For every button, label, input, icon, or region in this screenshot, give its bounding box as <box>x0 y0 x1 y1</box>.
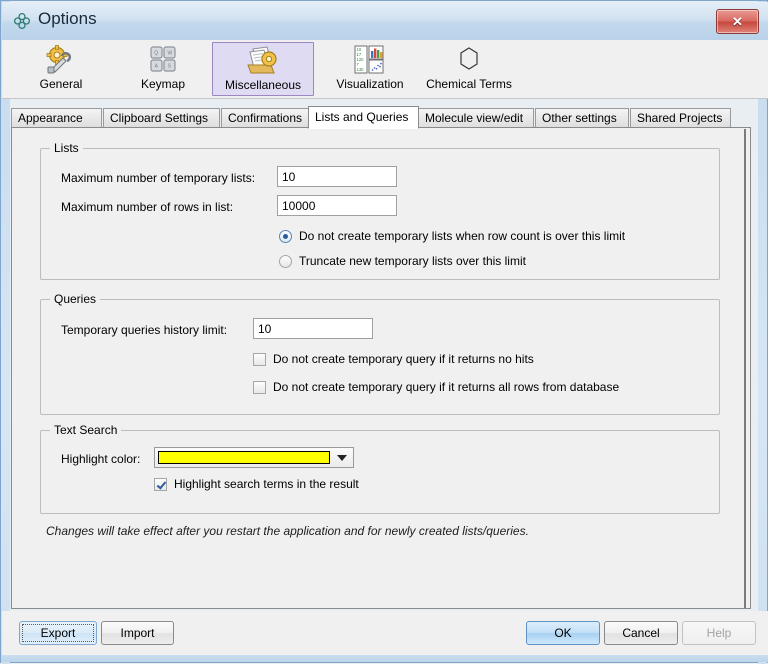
options-dialog-window: Options ✕ General Q W A S Keymap Miscell… <box>0 0 768 664</box>
vertical-scroll-divider[interactable] <box>744 129 746 608</box>
toolbar-item-visualization[interactable]: 10 17 120 7 130 Visualization <box>323 42 417 96</box>
category-toolbar: General QW AS Keymap Miscellaneous 10 17… <box>2 40 768 99</box>
queries-history-limit-label: Temporary queries history limit: <box>61 323 228 337</box>
restart-note: Changes will take effect after you resta… <box>46 524 529 538</box>
lists-group: Lists Maximum number of temporary lists:… <box>40 141 720 280</box>
radio-icon-selected <box>279 229 292 243</box>
import-button[interactable]: Import <box>101 621 174 645</box>
svg-text:W: W <box>168 51 173 57</box>
tab-shared-projects[interactable]: Shared Projects <box>630 108 731 127</box>
checkbox-icon-unchecked <box>253 380 266 394</box>
toolbar-item-keymap[interactable]: QW AS Keymap <box>127 42 199 96</box>
help-button-label: Help <box>706 626 732 640</box>
ok-button-label: OK <box>554 626 572 640</box>
help-button: Help <box>682 621 756 645</box>
window-frame-left <box>1 1 10 664</box>
toolbar-item-label: Keymap <box>140 77 186 91</box>
toolbar-item-general[interactable]: General <box>23 42 99 96</box>
checkbox-no-hits[interactable]: Do not create temporary query if it retu… <box>253 352 534 366</box>
checkbox-label: Do not create temporary query if it retu… <box>273 380 620 394</box>
chevron-down-icon <box>333 450 351 465</box>
svg-text:Q: Q <box>154 51 158 57</box>
tab-confirmations[interactable]: Confirmations <box>221 108 309 127</box>
gear-wrench-icon <box>40 44 82 76</box>
tab-label: Molecule view/edit <box>425 111 524 125</box>
highlight-color-swatch <box>158 451 330 464</box>
max-rows-input[interactable] <box>277 195 397 216</box>
export-button[interactable]: Export <box>19 621 97 645</box>
radio-label: Truncate new temporary lists over this l… <box>299 254 526 268</box>
tab-molecule-view-edit[interactable]: Molecule view/edit <box>418 108 534 127</box>
toolbar-item-label: Miscellaneous <box>224 78 302 92</box>
cancel-button[interactable]: Cancel <box>604 621 678 645</box>
tab-label: Appearance <box>18 111 83 125</box>
tab-label: Lists and Queries <box>315 110 409 124</box>
settings-tabs: Appearance Clipboard Settings Confirmati… <box>11 106 751 129</box>
documents-gear-icon <box>242 45 284 77</box>
benzene-ring-icon <box>448 44 490 76</box>
title-bar: Options ✕ <box>2 2 768 40</box>
charts-icon: 10 17 120 7 130 <box>349 44 391 76</box>
checkbox-all-rows[interactable]: Do not create temporary query if it retu… <box>253 380 619 394</box>
tab-other-settings[interactable]: Other settings <box>535 108 629 127</box>
keyboard-keys-icon: QW AS <box>142 44 184 76</box>
lists-group-title: Lists <box>50 141 83 155</box>
toolbar-item-chemical-terms[interactable]: Chemical Terms <box>415 42 523 96</box>
window-title: Options <box>38 9 97 28</box>
cancel-button-label: Cancel <box>622 626 660 640</box>
ok-button[interactable]: OK <box>526 621 600 645</box>
checkbox-icon-unchecked <box>253 352 266 366</box>
checkbox-label: Highlight search terms in the result <box>174 477 359 491</box>
tab-lists-and-queries[interactable]: Lists and Queries <box>308 106 419 129</box>
tab-label: Confirmations <box>228 111 303 125</box>
queries-group-title: Queries <box>50 292 101 306</box>
checkbox-highlight-search-terms[interactable]: Highlight search terms in the result <box>154 477 359 491</box>
highlight-color-label: Highlight color: <box>61 452 141 466</box>
svg-text:130: 130 <box>357 67 365 72</box>
radio-label: Do not create temporary lists when row c… <box>299 229 626 243</box>
checkbox-icon-checked <box>154 477 167 491</box>
max-temp-lists-input[interactable] <box>277 166 397 187</box>
dialog-button-bar: Export Import OK Cancel Help <box>2 611 768 655</box>
radio-truncate-temp-lists[interactable]: Truncate new temporary lists over this l… <box>279 254 526 268</box>
tab-label: Shared Projects <box>637 111 723 125</box>
close-button[interactable]: ✕ <box>716 9 759 34</box>
radio-icon-unselected <box>279 254 292 268</box>
highlight-color-combo[interactable] <box>154 447 354 468</box>
lists-and-queries-pane: Lists Maximum number of temporary lists:… <box>28 136 734 598</box>
queries-history-limit-input[interactable] <box>253 318 373 339</box>
text-search-group: Text Search Highlight color: Highlight s… <box>40 423 720 514</box>
toolbar-item-miscellaneous[interactable]: Miscellaneous <box>212 42 314 96</box>
toolbar-item-label: Visualization <box>336 77 404 91</box>
queries-group: Queries Temporary queries history limit:… <box>40 292 720 415</box>
import-button-label: Import <box>120 626 155 640</box>
close-icon: ✕ <box>732 13 743 29</box>
tab-clipboard-settings[interactable]: Clipboard Settings <box>103 108 220 127</box>
max-rows-label: Maximum number of rows in list: <box>61 200 234 214</box>
max-temp-lists-label: Maximum number of temporary lists: <box>61 171 256 185</box>
toolbar-item-label: General <box>39 77 83 91</box>
checkbox-label: Do not create temporary query if it retu… <box>273 352 534 366</box>
focus-outline <box>22 624 94 642</box>
text-search-group-title: Text Search <box>50 423 122 437</box>
toolbar-item-label: Chemical Terms <box>426 77 512 91</box>
window-frame-right <box>758 1 767 664</box>
molecule-icon <box>13 12 31 30</box>
settings-content-panel: Lists Maximum number of temporary lists:… <box>11 127 751 609</box>
tab-label: Clipboard Settings <box>110 111 209 125</box>
radio-do-not-create-temp-lists[interactable]: Do not create temporary lists when row c… <box>279 229 625 243</box>
tab-label: Other settings <box>542 111 617 125</box>
tab-appearance[interactable]: Appearance <box>11 108 102 127</box>
